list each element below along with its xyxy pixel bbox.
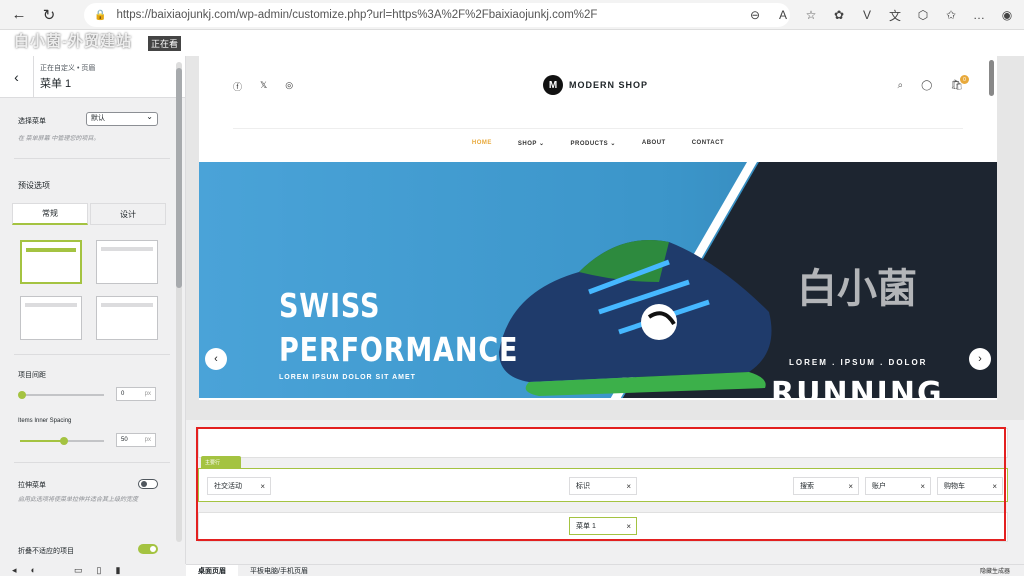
cart-icon[interactable]: 🛍 0 <box>950 75 969 91</box>
preset-option-1[interactable] <box>20 240 82 284</box>
tablet-preview-icon[interactable]: ▯ <box>96 565 101 576</box>
collapse-items-toggle[interactable] <box>138 544 158 554</box>
customizer-sidebar: ‹ 正在自定义 • 页眉 菜单 1 选择菜单 在 菜单屏幕 中管理您的项目。 预… <box>0 55 186 564</box>
x-twitter-icon[interactable]: 𝕏 <box>260 80 267 93</box>
instagram-icon[interactable]: ◎ <box>285 80 293 93</box>
inner-spacing-slider[interactable] <box>20 437 104 445</box>
preset-option-4[interactable] <box>96 296 158 340</box>
preset-label: 预设选项 <box>18 181 50 190</box>
stretch-menu-label: 拉伸菜单 <box>18 482 46 489</box>
facebook-icon[interactable]: ⓕ <box>233 80 242 93</box>
collapse-sidebar-icon[interactable]: ◂ <box>12 565 17 576</box>
sidebar-scrollbar[interactable] <box>176 62 182 542</box>
more-icon[interactable]: … <box>968 4 990 26</box>
collapse-items-label: 折叠不适应的项目 <box>18 548 74 555</box>
menu-item-shop[interactable]: SHOP ⌄ <box>518 140 545 147</box>
address-bar[interactable]: 🔒 https://baixiaojunkj.com/wp-admin/cust… <box>84 3 790 27</box>
highlight-box <box>196 427 1006 541</box>
breadcrumb: 正在自定义 • 页眉 <box>40 64 96 72</box>
header-icons: ⌕ ◯ 🛍 0 <box>897 75 969 91</box>
select-menu-dropdown[interactable]: 默认 <box>86 111 158 126</box>
menu-item-about[interactable]: ABOUT <box>642 140 666 147</box>
device-switcher: 桌面页眉 平板电脑/手机页眉 隐藏生成器 <box>186 564 1024 577</box>
primary-menu: HOME SHOP ⌄ PRODUCTS ⌄ ABOUT CONTACT <box>199 140 997 147</box>
hero-right-subtitle: LOREM . IPSUM . DOLOR <box>789 358 928 367</box>
preset-option-2[interactable] <box>96 240 158 284</box>
dark-mode-icon[interactable]: ◐ <box>31 565 36 575</box>
hero-subtitle: LOREM IPSUM DOLOR SIT AMET <box>279 374 416 381</box>
browser-tools: ⊖ A ☆ ✿ V 文 ⬡ ✩ … ◉ <box>744 4 1018 26</box>
slider-prev-icon[interactable]: ‹ <box>205 348 227 370</box>
menu-item-home[interactable]: HOME <box>472 140 492 147</box>
stretch-menu-desc: 启用此选项将使菜单拉伸并适合其上级的宽度 <box>18 497 139 503</box>
favorites-icon[interactable]: ✩ <box>940 4 962 26</box>
back-arrow-icon[interactable]: ← <box>8 4 30 26</box>
site-scrollbar[interactable] <box>989 60 994 394</box>
favorite-star-icon[interactable]: ☆ <box>800 4 822 26</box>
menu-item-contact[interactable]: CONTACT <box>692 140 724 147</box>
hero-watermark: 白小菌 <box>797 266 917 312</box>
copilot-icon[interactable]: ◉ <box>996 4 1018 26</box>
hero-line-1: SWISS <box>279 286 381 325</box>
social-icons: ⓕ 𝕏 ◎ <box>233 80 293 93</box>
lock-icon: 🔒 <box>94 9 107 21</box>
stretch-menu-toggle[interactable] <box>138 479 158 489</box>
extensions-puzzle-icon[interactable]: ⬡ <box>912 4 934 26</box>
site-frame: ⓕ 𝕏 ◎ M MODERN SHOP ⌕ ◯ 🛍 0 HOME SHOP ⌄ P… <box>199 56 997 400</box>
hero-line-2: PERFORMANCE <box>279 330 519 369</box>
item-spacing-slider[interactable] <box>18 391 104 399</box>
tab-general[interactable]: 常规 <box>12 203 88 225</box>
select-menu-desc: 在 菜单屏幕 中管理您的项目。 <box>18 136 100 142</box>
extension-icon[interactable]: ✿ <box>828 4 850 26</box>
mobile-preview-icon[interactable]: ▮ <box>115 565 120 576</box>
extension-v-icon[interactable]: V <box>856 4 878 26</box>
logo-text: MODERN SHOP <box>569 80 649 90</box>
inner-spacing-label: Items Inner Spacing <box>18 418 72 424</box>
watermark-tag: 正在看 <box>148 36 182 51</box>
tab-tablet-mobile-header[interactable]: 平板电脑/手机页眉 <box>238 565 320 577</box>
watermark-text: 白小菌-外贸建站 <box>14 33 132 50</box>
tab-design[interactable]: 设计 <box>90 203 166 225</box>
select-menu-label: 选择菜单 <box>18 118 46 125</box>
translate-icon[interactable]: 文 <box>884 4 906 26</box>
search-icon[interactable]: ⌕ <box>897 80 903 91</box>
preset-option-3[interactable] <box>20 296 82 340</box>
browser-toolbar: ← ↻ 🔒 https://baixiaojunkj.com/wp-admin/… <box>0 0 1024 30</box>
url-text: https://baixiaojunkj.com/wp-admin/custom… <box>116 9 598 21</box>
read-aloud-icon[interactable]: A <box>772 4 794 26</box>
hide-builder-button[interactable]: 隐藏生成器 <box>980 566 1010 575</box>
hero-slider: 白小菌 SWISS PERFORMANCE LOREM IPSUM DOLOR … <box>199 162 997 398</box>
sidebar-header: ‹ 正在自定义 • 页眉 菜单 1 <box>0 55 185 98</box>
cart-count-badge: 0 <box>960 75 969 84</box>
item-spacing-input[interactable]: 0 px <box>116 387 156 401</box>
item-spacing-label: 项目间距 <box>18 372 46 379</box>
section-title: 菜单 1 <box>40 77 72 90</box>
back-chevron-icon[interactable]: ‹ <box>0 55 34 98</box>
site-preview: ⓕ 𝕏 ◎ M MODERN SHOP ⌕ ◯ 🛍 0 HOME SHOP ⌄ P… <box>186 56 1024 420</box>
zoom-icon[interactable]: ⊖ <box>744 4 766 26</box>
slider-next-icon[interactable]: › <box>969 348 991 370</box>
desktop-preview-icon[interactable]: ▭ <box>74 565 83 576</box>
hero-right-title: RUNNING <box>771 376 944 398</box>
logo-mark: M <box>543 75 563 95</box>
reload-icon[interactable]: ↻ <box>38 4 60 26</box>
tab-desktop-header[interactable]: 桌面页眉 <box>186 564 238 577</box>
inner-spacing-input[interactable]: 50 px <box>116 433 156 447</box>
account-icon[interactable]: ◯ <box>921 80 932 91</box>
menu-item-products[interactable]: PRODUCTS ⌄ <box>570 140 615 147</box>
sidebar-footer: ◂ ◐ ▭ ▯ ▮ <box>0 564 186 576</box>
site-logo[interactable]: M MODERN SHOP <box>543 75 648 95</box>
